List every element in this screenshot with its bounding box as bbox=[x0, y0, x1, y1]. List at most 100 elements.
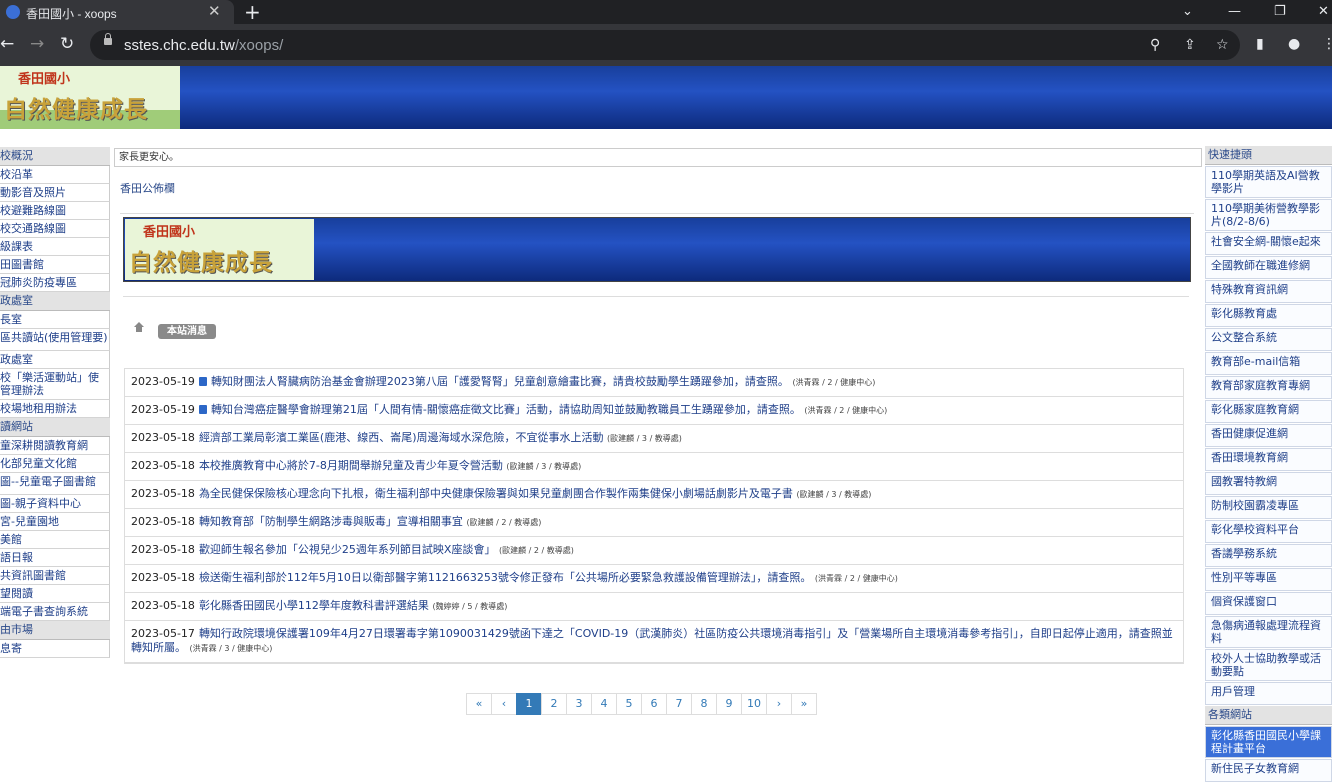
left-sidebar-link[interactable]: 共資訊圖書館 bbox=[0, 567, 110, 585]
news-title-link[interactable]: 檢送衛生福利部於112年5月10日以衛部醫字第1121663253號令修正發布「… bbox=[199, 571, 811, 584]
quick-link[interactable]: 110學期美術營教學影片(8/2-8/6) bbox=[1205, 199, 1332, 231]
sidebar-icon[interactable]: ▮ bbox=[1256, 36, 1264, 52]
page-button[interactable]: 3 bbox=[566, 693, 592, 715]
logo-school-name: 香田國小 bbox=[18, 72, 71, 87]
forward-icon[interactable]: → bbox=[30, 34, 44, 54]
quick-link[interactable]: 彰化學校資料平台 bbox=[1205, 520, 1332, 543]
browser-tab[interactable]: 香田國小 - xoops ✕ bbox=[0, 0, 234, 24]
page-button[interactable]: 1 bbox=[516, 693, 542, 715]
logo-slogan: 自然健康成長 bbox=[4, 97, 148, 123]
quick-link[interactable]: 國教署特教網 bbox=[1205, 472, 1332, 495]
home-icon[interactable] bbox=[134, 322, 144, 334]
page-button[interactable]: « bbox=[466, 693, 492, 715]
news-title-link[interactable]: 彰化縣香田國民小學112學年度教科書評選結果 bbox=[199, 599, 429, 612]
quick-link[interactable]: 彰化縣家庭教育網 bbox=[1205, 400, 1332, 423]
left-sidebar-link[interactable]: 望閱讀 bbox=[0, 585, 110, 603]
left-sidebar-link[interactable]: 長室 bbox=[0, 311, 110, 329]
left-sidebar-link[interactable]: 校「樂活運動站」使管理辦法 bbox=[0, 369, 110, 400]
breadcrumb-current[interactable]: 本站消息 bbox=[158, 324, 216, 339]
quick-link[interactable]: 新住民子女教育網 bbox=[1205, 759, 1332, 782]
quick-link[interactable]: 社會安全網-關懷e起來 bbox=[1205, 232, 1332, 255]
news-title-link[interactable]: 轉知財團法人腎臟病防治基金會辦理2023第八屆「護愛腎腎」兒童創意繪畫比賽，請貴… bbox=[211, 375, 789, 388]
quick-link[interactable]: 個資保護窗口 bbox=[1205, 592, 1332, 615]
page-button[interactable]: 5 bbox=[616, 693, 642, 715]
news-date: 2023-05-18 bbox=[131, 487, 195, 500]
page-button[interactable]: 10 bbox=[741, 693, 767, 715]
left-sidebar-link[interactable]: 校沿革 bbox=[0, 166, 110, 184]
news-title-link[interactable]: 經濟部工業局彰濱工業區(鹿港、線西、崙尾)周邊海域水深危險，不宜從事水上活動 bbox=[199, 431, 604, 444]
school-logo[interactable]: 香田國小 自然健康成長 bbox=[0, 66, 180, 129]
left-sidebar-link[interactable]: 語日報 bbox=[0, 549, 110, 567]
left-sidebar-link[interactable]: 校避難路線圖 bbox=[0, 202, 110, 220]
news-title-link[interactable]: 轉知教育部「防制學生網路涉毒與販毒」宣導相關事宜 bbox=[199, 515, 463, 528]
quick-link[interactable]: 用戶管理 bbox=[1205, 682, 1332, 705]
quick-link[interactable]: 全國教師在職進修網 bbox=[1205, 256, 1332, 279]
page-button[interactable]: ‹ bbox=[491, 693, 517, 715]
left-sidebar-link[interactable]: 圖-親子資料中心 bbox=[0, 495, 110, 513]
left-sidebar-link[interactable]: 冠肺炎防疫專區 bbox=[0, 274, 110, 292]
left-sidebar-link[interactable]: 動影音及照片 bbox=[0, 184, 110, 202]
news-title-link[interactable]: 轉知行政院環境保護署109年4月27日環署毒字第1090031429號函下達之「… bbox=[131, 627, 1173, 654]
left-sidebar-link[interactable]: 端電子書查詢系統 bbox=[0, 603, 110, 621]
news-title-link[interactable]: 轉知台灣癌症醫學會辦理第21屆「人間有情-關懷癌症徵文比賽」活動，請協助周知並鼓… bbox=[211, 403, 801, 416]
left-section-header: 由市場 bbox=[0, 621, 110, 640]
left-sidebar-link[interactable]: 政處室 bbox=[0, 351, 110, 369]
left-sidebar: 校概況 校沿革 動影音及照片 校避難路線圖 校交通路線圖 級課表 田圖書館 冠肺炎防疫專區 政處… bbox=[0, 147, 110, 658]
page-button[interactable]: › bbox=[766, 693, 792, 715]
quick-link[interactable]: 性別平等專區 bbox=[1205, 568, 1332, 591]
news-title-link[interactable]: 本校推廣教育中心將於7-8月期間舉辦兒童及青少年夏令營活動 bbox=[199, 459, 503, 472]
quick-link[interactable]: 公文整合系統 bbox=[1205, 328, 1332, 351]
close-icon[interactable]: ✕ bbox=[208, 2, 221, 20]
quick-link[interactable]: 香議學務系統 bbox=[1205, 544, 1332, 567]
quick-link[interactable]: 香田健康促進網 bbox=[1205, 424, 1332, 447]
page-button[interactable]: 7 bbox=[666, 693, 692, 715]
page-button[interactable]: 9 bbox=[716, 693, 742, 715]
star-icon[interactable]: ☆ bbox=[1216, 37, 1229, 53]
news-title-link[interactable]: 歡迎師生報名參加「公視兒少25週年系列節目試映X座談會」 bbox=[199, 543, 496, 556]
left-sidebar-link[interactable]: 校交通路線圖 bbox=[0, 220, 110, 238]
quick-link[interactable]: 香田環境教育網 bbox=[1205, 448, 1332, 471]
reload-icon[interactable]: ↻ bbox=[60, 34, 74, 54]
left-sidebar-link[interactable]: 美館 bbox=[0, 531, 110, 549]
left-sidebar-link[interactable]: 息寄 bbox=[0, 640, 110, 658]
new-tab-button[interactable]: + bbox=[244, 0, 261, 24]
window-close-icon[interactable]: ✕ bbox=[1318, 0, 1329, 24]
quick-link[interactable]: 彰化縣香田國民小學課程計畫平台 bbox=[1205, 726, 1332, 758]
section-title: 香田公佈欄 bbox=[120, 182, 175, 195]
address-bar: ← → ↻ sstes.chc.edu.tw/xoops/ ⚲ ⇪ ☆ ▮ ● … bbox=[0, 24, 1332, 66]
quick-link[interactable]: 教育部e-mail信箱 bbox=[1205, 352, 1332, 375]
quick-link[interactable]: 急傷病通報處理流程資料 bbox=[1205, 616, 1332, 648]
quick-link[interactable]: 教育部家庭教育專網 bbox=[1205, 376, 1332, 399]
quick-link[interactable]: 彰化縣教育處 bbox=[1205, 304, 1332, 327]
page-button[interactable]: 6 bbox=[641, 693, 667, 715]
left-sidebar-link[interactable]: 校場地租用辦法 bbox=[0, 400, 110, 418]
news-title-link[interactable]: 為全民健保保險核心理念向下扎根，衛生福利部中央健康保險署與如果兒童劇團合作製作兩… bbox=[199, 487, 793, 500]
left-sidebar-link[interactable]: 化部兒童文化館 bbox=[0, 455, 110, 473]
zoom-icon[interactable]: ⚲ bbox=[1150, 37, 1160, 53]
restore-icon[interactable]: ❐ bbox=[1274, 0, 1286, 24]
back-icon[interactable]: ← bbox=[0, 34, 14, 54]
menu-icon[interactable]: ⋮ bbox=[1322, 36, 1332, 52]
left-sidebar-link[interactable]: 圖--兒童電子圖書館 bbox=[0, 473, 110, 495]
quick-link[interactable]: 防制校園霸凌專區 bbox=[1205, 496, 1332, 519]
quick-link[interactable]: 校外人士協助教學或活動要點 bbox=[1205, 649, 1332, 681]
news-list: 2023-05-19 轉知財團法人腎臟病防治基金會辦理2023第八屆「護愛腎腎」兒… bbox=[124, 368, 1184, 664]
page-button[interactable]: » bbox=[791, 693, 817, 715]
profile-icon[interactable]: ● bbox=[1288, 36, 1300, 52]
left-sidebar-link[interactable]: 區共讀站(使用管理要) bbox=[0, 329, 110, 351]
left-sidebar-link[interactable]: 級課表 bbox=[0, 238, 110, 256]
news-meta: (歐建麟 / 3 / 教導處) bbox=[607, 434, 682, 443]
chevron-down-icon[interactable]: ⌄ bbox=[1182, 0, 1193, 24]
quick-link[interactable]: 110學期英語及AI營教學影片 bbox=[1205, 166, 1332, 198]
page-button[interactable]: 2 bbox=[541, 693, 567, 715]
news-date: 2023-05-19 bbox=[131, 375, 195, 388]
quick-link[interactable]: 特殊教育資訊網 bbox=[1205, 280, 1332, 303]
left-sidebar-link[interactable]: 田圖書館 bbox=[0, 256, 110, 274]
share-icon[interactable]: ⇪ bbox=[1184, 37, 1196, 53]
url-input[interactable]: sstes.chc.edu.tw/xoops/ ⚲ ⇪ ☆ bbox=[90, 30, 1240, 60]
page-button[interactable]: 4 bbox=[591, 693, 617, 715]
minimize-icon[interactable]: — bbox=[1228, 0, 1241, 24]
page-button[interactable]: 8 bbox=[691, 693, 717, 715]
left-sidebar-link[interactable]: 宮-兒童園地 bbox=[0, 513, 110, 531]
left-sidebar-link[interactable]: 童深耕閱讀教育網 bbox=[0, 437, 110, 455]
